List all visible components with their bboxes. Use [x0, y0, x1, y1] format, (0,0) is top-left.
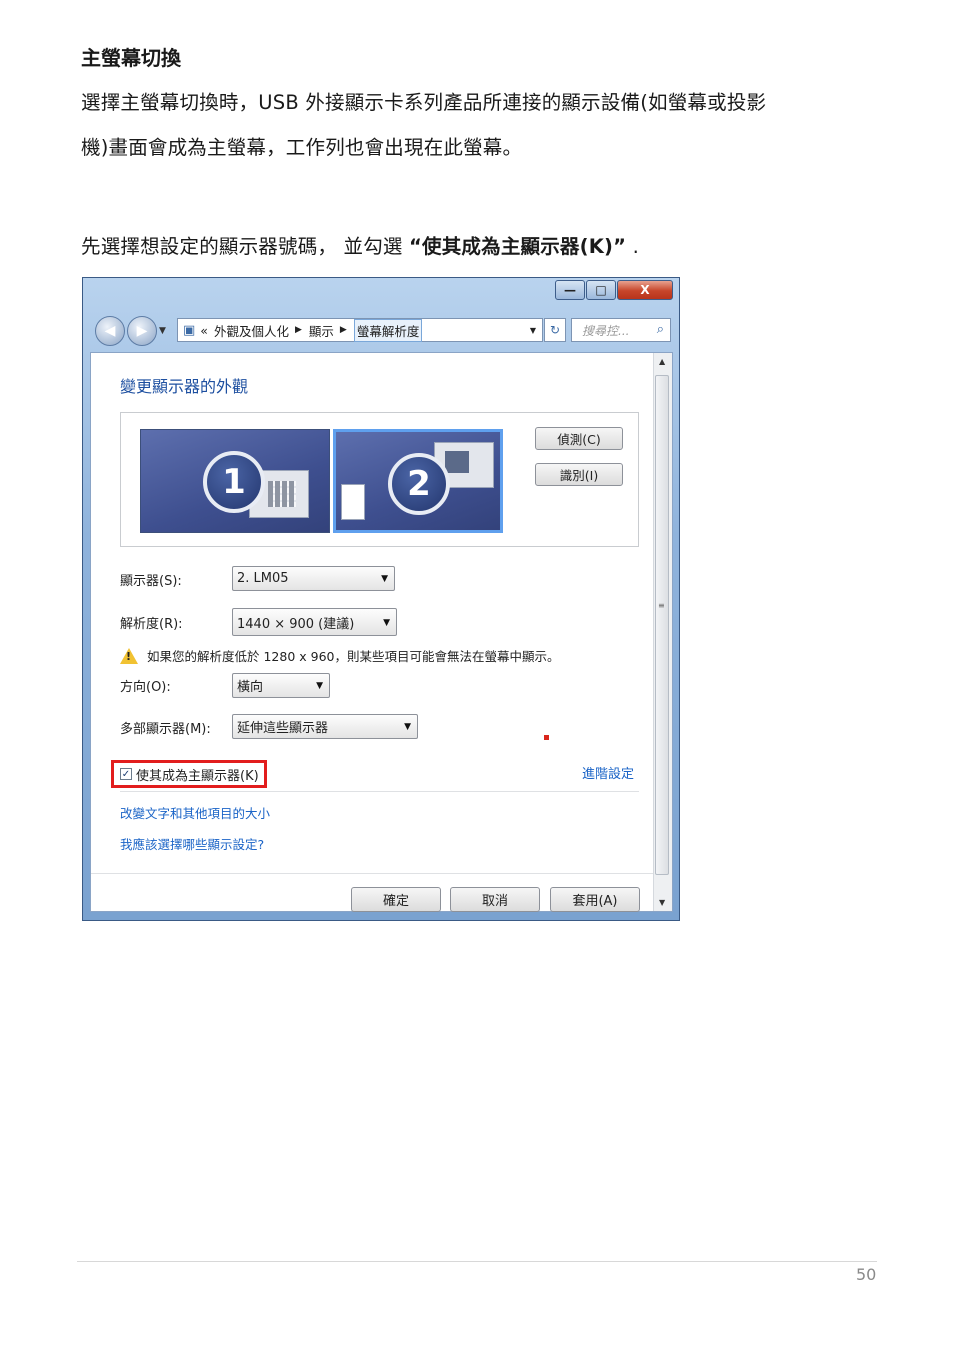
monitor-2-tile[interactable]: 2	[333, 429, 503, 533]
warning-text: 如果您的解析度低於 1280 x 960，則某些項目可能會無法在螢幕中顯示。	[147, 649, 560, 664]
resolution-select[interactable]: 1440 × 900 (建議) ▼	[232, 608, 397, 636]
grip-icon: ≡	[658, 601, 665, 610]
page-title: 變更顯示器的外觀	[120, 377, 249, 396]
control-panel-icon: ▣	[183, 322, 196, 338]
search-icon[interactable]: ⌕	[657, 322, 664, 337]
address-bar[interactable]: ▣ « 外觀及個人化 ▶ 顯示 ▶ 螢幕解析度 ▼	[177, 318, 543, 342]
detect-button[interactable]: 偵測(C)	[535, 427, 623, 450]
multiple-displays-label: 多部顯示器(M):	[120, 722, 211, 737]
scroll-down-icon[interactable]: ▼	[659, 898, 665, 907]
refresh-icon[interactable]: ↻	[544, 318, 566, 342]
document-thumbnail-icon	[341, 484, 365, 520]
content-panel: 變更顯示器的外觀 1 2 偵測(C) 識別(I) 顯示器(S): 2. LM05…	[90, 352, 673, 912]
display-label: 顯示器(S):	[120, 574, 182, 589]
chevron-down-icon: ▼	[316, 681, 323, 691]
close-button[interactable]: X	[617, 280, 673, 300]
make-primary-label[interactable]: 使其成為主顯示器(K)	[136, 765, 259, 784]
make-primary-checkbox[interactable]: ✓	[120, 768, 132, 780]
apply-button[interactable]: 套用(A)	[550, 887, 640, 912]
chevron-down-icon: ▼	[381, 574, 388, 584]
address-dropdown-icon[interactable]: ▼	[530, 326, 536, 335]
monitor-1-tile[interactable]: 1	[140, 429, 330, 533]
chevron-right-icon[interactable]: ▶	[295, 325, 302, 335]
footer-rule	[77, 1261, 877, 1262]
orientation-label: 方向(O):	[120, 680, 171, 695]
search-input[interactable]: 搜尋控... ⌕	[571, 318, 671, 342]
display-select-value: 2. LM05	[237, 571, 289, 586]
resolution-select-value: 1440 × 900 (建議)	[237, 616, 355, 632]
help-link[interactable]: 我應該選擇哪些顯示設定?	[120, 834, 264, 853]
ok-button[interactable]: 確定	[351, 887, 441, 912]
breadcrumb-appearance[interactable]: 外觀及個人化	[214, 321, 289, 340]
navigation-bar: ◀ ▶ ▼ ▣ « 外觀及個人化 ▶ 顯示 ▶ 螢幕解析度 ▼ ↻ 搜尋控...…	[91, 316, 673, 348]
search-placeholder: 搜尋控...	[582, 323, 630, 338]
orientation-select[interactable]: 橫向 ▼	[232, 673, 330, 698]
forward-arrow-icon[interactable]: ▶	[127, 316, 157, 346]
display-select[interactable]: 2. LM05 ▼	[232, 566, 395, 591]
cancel-button[interactable]: 取消	[450, 887, 540, 912]
scroll-up-icon[interactable]: ▲	[659, 357, 665, 366]
instruction-prefix: 先選擇想設定的顯示器號碼， 並勾選	[81, 235, 409, 258]
breadcrumb-overflow[interactable]: «	[200, 323, 208, 338]
text-size-link[interactable]: 改變文字和其他項目的大小	[120, 803, 270, 822]
section-heading: 主螢幕切換	[81, 46, 181, 70]
monitor-number-badge: 1	[203, 451, 265, 513]
breadcrumb-screen-resolution[interactable]: 螢幕解析度	[353, 318, 423, 342]
identify-button[interactable]: 識別(I)	[535, 463, 623, 486]
vertical-scrollbar[interactable]: ▲ ≡ ▼	[653, 353, 672, 911]
warning-icon	[120, 647, 138, 664]
red-marker	[544, 735, 549, 740]
orientation-select-value: 橫向	[237, 680, 264, 695]
resolution-label: 解析度(R):	[120, 617, 183, 632]
make-primary-highlight[interactable]: ✓ 使其成為主顯示器(K)	[111, 760, 267, 788]
body-line-1: 選擇主螢幕切換時，USB 外接顯示卡系列產品所連接的顯示設備(如螢幕或投影	[81, 91, 767, 114]
footer-divider	[91, 873, 655, 874]
chevron-down-icon: ▼	[383, 618, 390, 628]
page-number: 50	[856, 1265, 877, 1284]
history-dropdown-icon[interactable]: ▼	[159, 326, 166, 336]
divider	[120, 791, 639, 792]
minimize-button[interactable]: —	[555, 280, 585, 300]
back-arrow-icon[interactable]: ◀	[95, 316, 125, 346]
multiple-displays-select[interactable]: 延伸這些顯示器 ▼	[232, 714, 418, 739]
body-line-2: 機)畫面會成為主螢幕，工作列也會出現在此螢幕。	[81, 136, 523, 159]
advanced-settings-link[interactable]: 進階設定	[582, 763, 634, 782]
chevron-down-icon: ▼	[404, 722, 411, 732]
monitor-number-badge: 2	[388, 453, 450, 515]
instruction-bold: “使其成為主顯示器(K)”	[409, 235, 627, 258]
resolution-warning: 如果您的解析度低於 1280 x 960，則某些項目可能會無法在螢幕中顯示。	[120, 646, 560, 665]
multiple-displays-value: 延伸這些顯示器	[237, 721, 329, 736]
scroll-thumb[interactable]	[655, 375, 669, 875]
chevron-right-icon[interactable]: ▶	[340, 325, 347, 335]
maximize-button[interactable]: □	[586, 280, 616, 300]
screen-resolution-window: — □ X ◀ ▶ ▼ ▣ « 外觀及個人化 ▶ 顯示 ▶ 螢幕解析度 ▼ ↻ …	[82, 277, 680, 921]
monitor-arrangement: 1 2 偵測(C) 識別(I)	[120, 412, 639, 547]
breadcrumb-display[interactable]: 顯示	[309, 321, 334, 340]
instruction-suffix: .	[626, 235, 639, 258]
window-controls: — □ X	[554, 280, 673, 300]
instruction-line: 先選擇想設定的顯示器號碼， 並勾選 “使其成為主顯示器(K)” .	[81, 230, 639, 259]
